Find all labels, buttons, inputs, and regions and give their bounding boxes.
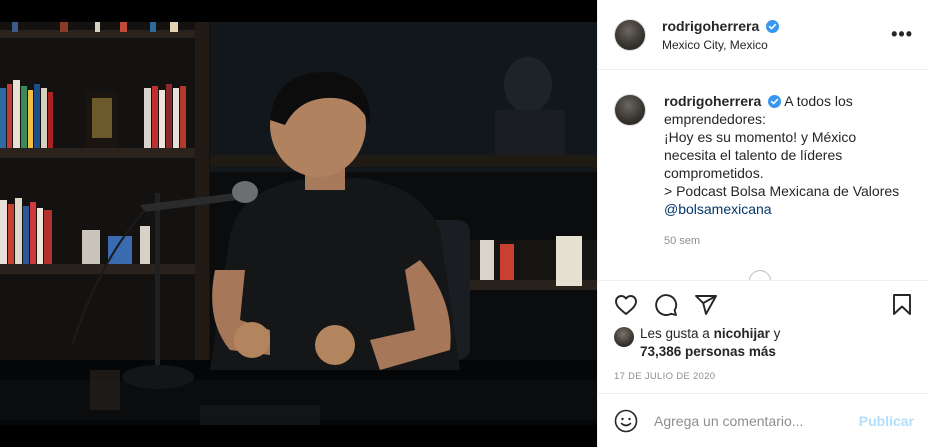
likes-text: Les gusta a nicohijar y 73,386 personas … [640,325,780,361]
author-username[interactable]: rodrigoherrera [662,18,759,34]
caption-age[interactable]: 50 sem [664,232,899,250]
post-date[interactable]: 17 DE JULIO DE 2020 [614,371,715,382]
likes-summary: Les gusta a nicohijar y 73,386 personas … [614,325,780,361]
smiley-icon[interactable] [614,409,638,433]
liker-username[interactable]: nicohijar [714,326,770,341]
bookmark-icon[interactable] [890,293,914,317]
post-location[interactable]: Mexico City, Mexico [662,38,891,52]
post-caption: rodrigoherrera A todos los emprendedores… [598,70,929,280]
verified-badge-icon [768,95,782,108]
caption-author-avatar[interactable] [614,94,646,126]
post-action-bar [598,280,929,328]
author-avatar[interactable] [614,18,646,51]
paper-plane-icon[interactable] [694,293,718,317]
liker-avatar[interactable] [614,327,634,347]
caption-text-line: A todos los [784,93,853,109]
caption-text-line: comprometidos. [664,165,764,181]
caption-username[interactable]: rodrigoherrera [664,93,761,109]
caption-mention-link[interactable]: @bolsamexicana [664,200,899,218]
caption-text-line: > Podcast Bolsa Mexicana de Valores [664,183,900,199]
publish-button[interactable]: Publicar [859,413,914,429]
comment-form: Publicar [598,393,929,447]
author-info: rodrigoherrera Mexico City, Mexico [662,18,891,52]
caption-text-line: necesita el talento de líderes [664,147,843,163]
instagram-post-modal: rodrigoherrera Mexico City, Mexico ••• r… [0,0,929,447]
heart-icon[interactable] [614,293,638,317]
likes-prefix: Les gusta a [640,326,710,341]
likes-count-link[interactable]: 73,386 personas más [640,344,776,359]
post-photo[interactable] [0,0,597,447]
ellipsis-icon[interactable]: ••• [891,24,913,45]
post-side-panel: rodrigoherrera Mexico City, Mexico ••• r… [597,0,929,447]
comment-input[interactable] [654,412,859,429]
caption-body: rodrigoherrera A todos los emprendedores… [664,92,899,280]
post-header: rodrigoherrera Mexico City, Mexico ••• [598,0,929,70]
caption-text-line: ¡Hoy es su momento! y México [664,129,857,145]
comment-bubble-icon[interactable] [654,293,678,317]
verified-badge-icon [766,19,780,33]
caption-text-line: emprendedores: [664,111,766,127]
likes-and: y [773,326,781,341]
post-photo-image [0,0,597,447]
